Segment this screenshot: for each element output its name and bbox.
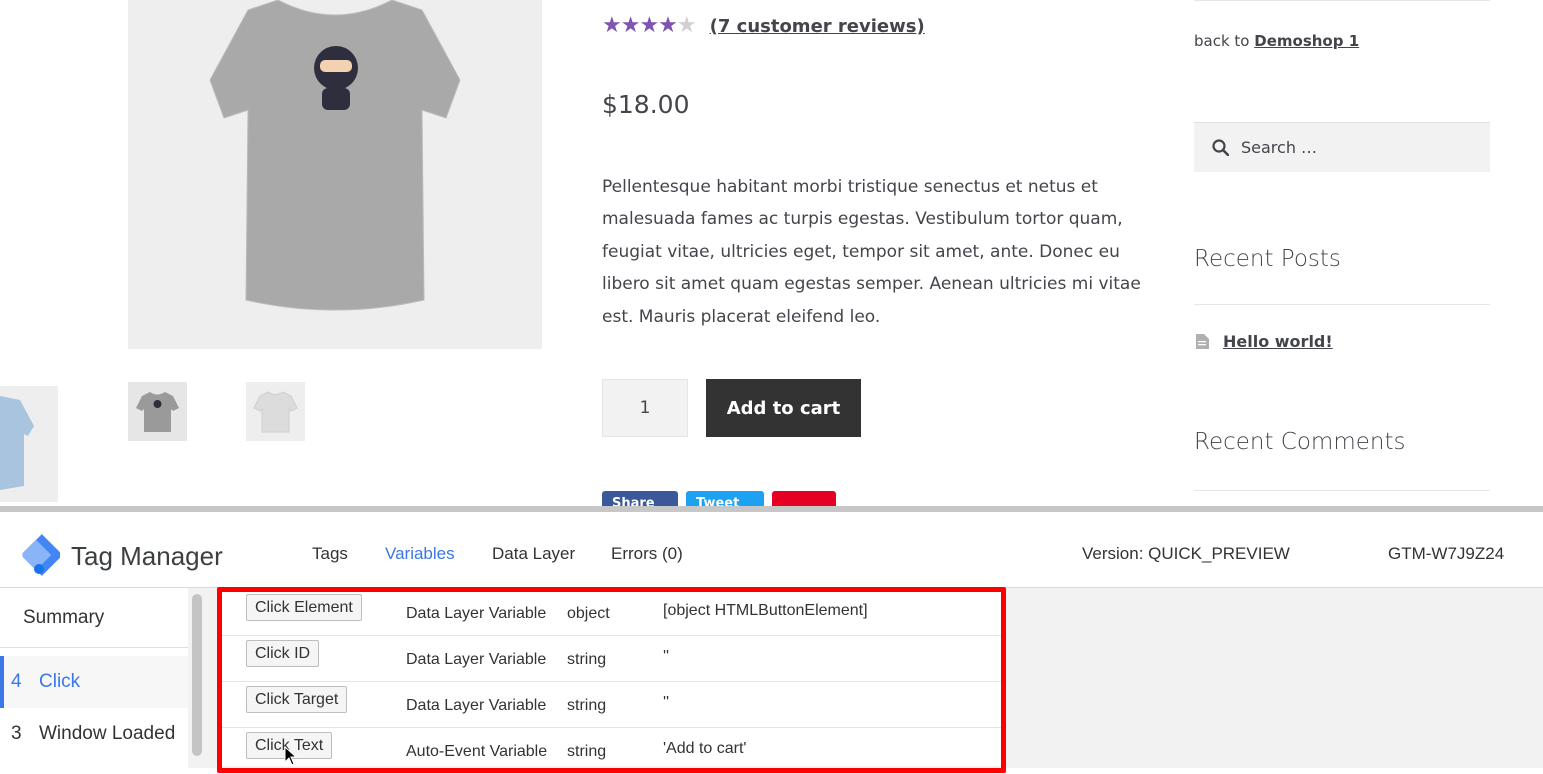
nav-item-label: Click <box>39 671 81 692</box>
variable-value: [object HTMLButtonElement] <box>663 602 868 619</box>
twitter-tweet-button[interactable]: Tweet <box>686 491 764 507</box>
variable-value: 'Add to cart' <box>663 740 747 757</box>
back-to-shop: back to Demoshop 1 <box>1194 32 1359 50</box>
product-price: $18.00 <box>602 90 690 119</box>
gtm-version: Version: QUICK_PREVIEW <box>1082 544 1290 563</box>
variable-name-button[interactable]: Click Target <box>246 686 348 713</box>
gtm-title: Tag Manager <box>71 541 223 571</box>
product-rating: ★★★★★ (7 customer reviews) <box>602 13 925 39</box>
tshirt-thumb-grey-image <box>128 382 187 441</box>
recent-comments-title: Recent Comments <box>1194 429 1406 455</box>
variable-type: Data Layer Variable <box>406 697 547 714</box>
product-description: Pellentesque habitant morbi tristique se… <box>602 177 1141 327</box>
quantity-input[interactable]: 1 <box>602 379 688 437</box>
tab-tags[interactable]: Tags <box>312 544 348 564</box>
variable-value: '' <box>663 648 670 665</box>
sidebar-divider <box>1194 304 1490 305</box>
gtm-debug-panel: Tag Manager Tags Variables Data Layer Er… <box>0 506 1543 773</box>
table-row: Click Element Data Layer Variable object… <box>222 590 1002 636</box>
tag-manager-logo-icon <box>22 534 60 576</box>
search-icon <box>1212 139 1229 156</box>
gtm-container-id: GTM-W7J9Z24 <box>1388 544 1505 563</box>
variable-type: Auto-Event Variable <box>406 743 548 760</box>
variable-name-button[interactable]: Click ID <box>246 640 320 667</box>
nav-item-label: Window Loaded <box>39 723 176 744</box>
table-row: Click Target Data Layer Variable string … <box>222 682 1002 728</box>
tab-data-layer[interactable]: Data Layer <box>492 544 575 564</box>
gallery-thumb-white[interactable] <box>246 382 305 441</box>
back-to-shop-link[interactable]: Demoshop 1 <box>1254 32 1359 50</box>
nav-item-number: 4 <box>11 671 22 692</box>
tshirt-thumb-blue-image <box>0 386 58 502</box>
variable-value: '' <box>663 694 670 711</box>
variable-data-type: object <box>567 605 610 622</box>
product-main-image[interactable] <box>128 0 542 349</box>
variable-data-type: string <box>567 697 607 714</box>
recent-post-link[interactable]: Hello world! <box>1223 332 1333 351</box>
nav-summary[interactable]: Summary <box>0 588 188 648</box>
table-row: Click Text Auto-Event Variable string 'A… <box>222 728 1002 774</box>
sidebar-divider <box>1194 0 1490 1</box>
tshirt-thumb-white-image <box>246 382 305 441</box>
customer-reviews-link[interactable]: (7 customer reviews) <box>710 16 925 37</box>
nav-item-number: 3 <box>11 723 22 744</box>
tab-errors[interactable]: Errors (0) <box>611 544 683 564</box>
facebook-share-button[interactable]: Share <box>602 491 678 507</box>
variable-name-button[interactable]: Click Element <box>246 594 362 621</box>
recent-posts-title: Recent Posts <box>1194 246 1341 272</box>
mouse-pointer-icon <box>284 746 298 766</box>
variable-type: Data Layer Variable <box>406 651 547 668</box>
sidebar-divider <box>1194 490 1490 491</box>
social-share-row: Share Tweet <box>602 491 836 507</box>
variables-table: Click Element Data Layer Variable object… <box>222 590 1002 766</box>
gtm-header: Tag Manager Tags Variables Data Layer Er… <box>0 512 1543 588</box>
star-rating-icon: ★★★★★ <box>602 13 697 38</box>
document-icon <box>1196 334 1209 349</box>
recent-post-item: Hello world! <box>1196 332 1333 351</box>
tab-variables[interactable]: Variables <box>385 544 455 564</box>
pinterest-save-button[interactable] <box>772 491 836 507</box>
variable-type: Data Layer Variable <box>406 605 547 622</box>
nav-item-window-loaded[interactable]: 3 Window Loaded <box>0 708 188 760</box>
gallery-thumb-grey[interactable] <box>128 382 187 441</box>
search-input[interactable] <box>1239 137 1473 158</box>
add-to-cart-button[interactable]: Add to cart <box>706 379 861 437</box>
tshirt-image <box>128 0 542 349</box>
gtm-event-nav: Summary 4 Click 3 Window Loaded <box>0 588 188 768</box>
gallery-thumb-blue[interactable] <box>0 386 58 502</box>
nav-scrollbar[interactable] <box>192 594 202 756</box>
back-to-prefix: back to <box>1194 32 1250 50</box>
table-row: Click ID Data Layer Variable string '' <box>222 636 1002 682</box>
variable-data-type: string <box>567 651 607 668</box>
variable-data-type: string <box>567 743 607 760</box>
sidebar-search[interactable] <box>1194 122 1490 172</box>
nav-item-click[interactable]: 4 Click <box>0 656 188 708</box>
